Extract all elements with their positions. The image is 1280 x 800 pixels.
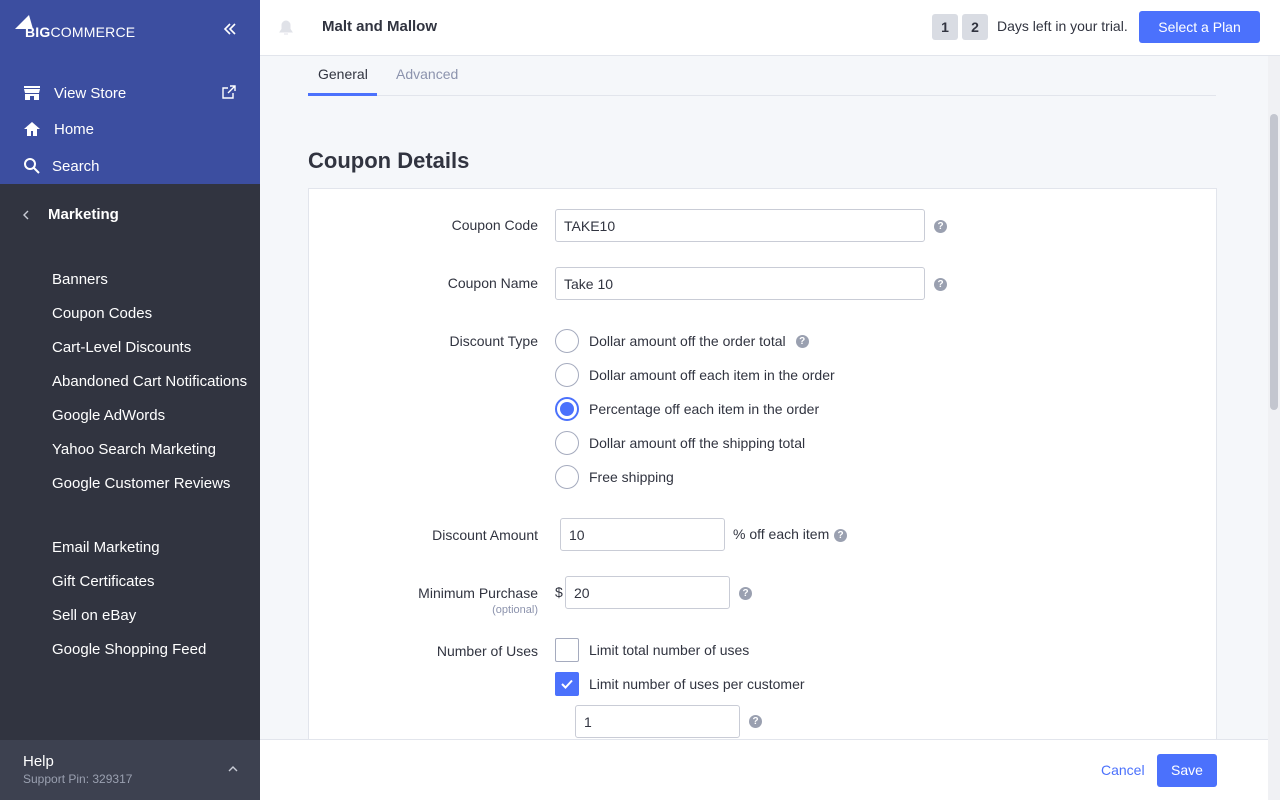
collapse-sidebar-icon[interactable] <box>220 20 240 40</box>
sidebar-item-cart-level-discounts[interactable]: Cart-Level Discounts <box>52 339 191 356</box>
trial-text: Days left in your trial. <box>997 18 1128 34</box>
limit-per-customer-option[interactable]: Limit number of uses per customer <box>555 672 805 696</box>
sidebar-item-email-marketing[interactable]: Email Marketing <box>52 539 160 556</box>
main-content: General Advanced Coupon Details Coupon C… <box>260 56 1268 739</box>
sidebar-section-marketing[interactable]: Marketing <box>22 206 119 223</box>
radio-button[interactable] <box>555 329 579 353</box>
sidebar-item-gift-certificates[interactable]: Gift Certificates <box>52 573 155 590</box>
search-icon <box>22 156 42 176</box>
radio-button[interactable] <box>555 363 579 387</box>
help-title: Help <box>23 753 54 770</box>
sidebar-item-yahoo-search[interactable]: Yahoo Search Marketing <box>52 441 216 458</box>
radio-button[interactable] <box>555 465 579 489</box>
trial-days-digit: 2 <box>962 14 988 40</box>
tab-advanced[interactable]: Advanced <box>396 66 458 82</box>
help-icon[interactable]: ? <box>934 220 947 233</box>
store-name: Malt and Mallow <box>322 18 438 35</box>
sidebar-item-google-shopping[interactable]: Google Shopping Feed <box>52 641 206 658</box>
discount-type-option[interactable]: Percentage off each item in the order <box>555 397 819 421</box>
optional-hint: (optional) <box>492 604 538 616</box>
coupon-code-input[interactable] <box>555 209 925 242</box>
checkmark-icon <box>561 679 573 689</box>
minimum-purchase-input[interactable] <box>565 576 730 609</box>
help-icon[interactable]: ? <box>749 715 762 728</box>
logo-text-big: BIG <box>25 24 51 40</box>
sidebar-item-label: View Store <box>54 84 127 102</box>
minimum-purchase-label: Minimum Purchase <box>418 585 538 601</box>
discount-amount-input[interactable] <box>560 518 725 551</box>
sidebar-item-banners[interactable]: Banners <box>52 271 108 288</box>
store-icon <box>22 83 42 103</box>
scrollbar-thumb[interactable] <box>1270 114 1278 410</box>
number-of-uses-label: Number of Uses <box>436 643 538 659</box>
sidebar: BIGCOMMERCE View Store Home Search Marke… <box>0 0 260 800</box>
trial-days-digit: 1 <box>932 14 958 40</box>
sidebar-item-home[interactable]: Home <box>22 119 94 139</box>
help-icon[interactable]: ? <box>934 278 947 291</box>
checkbox-checked[interactable] <box>555 672 579 696</box>
radio-button-selected[interactable] <box>555 397 579 421</box>
chevron-left-icon <box>22 207 30 223</box>
help-icon[interactable]: ? <box>795 334 809 348</box>
select-plan-button[interactable]: Select a Plan <box>1139 11 1260 43</box>
active-tab-indicator <box>308 93 377 96</box>
checkbox-label: Limit total number of uses <box>589 642 750 658</box>
discount-type-option[interactable]: Dollar amount off the order total ? <box>555 329 809 353</box>
checkbox-label: Limit number of uses per customer <box>589 676 805 692</box>
discount-type-label: Discount Type <box>449 333 538 349</box>
uses-per-customer-input[interactable] <box>575 705 740 738</box>
coupon-details-card: Coupon Code ? Coupon Name ? Discount Typ… <box>308 188 1217 739</box>
discount-type-option[interactable]: Dollar amount off each item in the order <box>555 363 835 387</box>
tab-general[interactable]: General <box>318 66 368 82</box>
section-title: Coupon Details <box>308 148 470 173</box>
home-icon <box>22 119 42 139</box>
coupon-name-label: Coupon Name <box>447 275 538 291</box>
radio-label: Dollar amount off each item in the order <box>589 367 835 383</box>
coupon-name-input[interactable] <box>555 267 925 300</box>
sidebar-top: BIGCOMMERCE View Store Home Search <box>0 0 260 184</box>
help-icon[interactable]: ? <box>739 587 752 600</box>
sidebar-item-sell-on-ebay[interactable]: Sell on eBay <box>52 607 136 624</box>
save-button[interactable]: Save <box>1157 754 1217 787</box>
radio-label: Percentage off each item in the order <box>589 401 820 417</box>
tab-bar: General Advanced <box>308 56 1216 96</box>
help-icon[interactable]: ? <box>834 529 847 542</box>
logo-text-commerce: COMMERCE <box>50 24 136 40</box>
radio-label: Dollar amount off the order total <box>589 333 786 349</box>
external-link-icon[interactable] <box>222 85 238 101</box>
discount-type-option[interactable]: Dollar amount off the shipping total <box>555 431 805 455</box>
discount-amount-label: Discount Amount <box>432 527 538 543</box>
help-panel[interactable]: Help Support Pin: 329317 <box>0 740 260 800</box>
coupon-code-label: Coupon Code <box>451 217 538 233</box>
sidebar-item-label: Search <box>52 157 100 175</box>
sidebar-item-google-reviews[interactable]: Google Customer Reviews <box>52 475 230 492</box>
support-pin: Support Pin: 329317 <box>23 772 133 786</box>
radio-button[interactable] <box>555 431 579 455</box>
sidebar-item-search[interactable]: Search <box>22 156 100 176</box>
sidebar-item-google-adwords[interactable]: Google AdWords <box>52 407 165 424</box>
top-header: Malt and Mallow 1 2 Days left in your tr… <box>260 0 1280 56</box>
sidebar-item-view-store[interactable]: View Store <box>22 83 126 103</box>
radio-label: Free shipping <box>589 469 674 485</box>
discount-amount-suffix: % off each item <box>733 526 830 542</box>
checkbox[interactable] <box>555 638 579 662</box>
scrollbar[interactable] <box>1268 56 1280 800</box>
discount-type-option[interactable]: Free shipping <box>555 465 674 489</box>
bell-icon[interactable] <box>277 17 295 37</box>
section-title: Marketing <box>48 206 119 223</box>
bigcommerce-logo[interactable]: BIGCOMMERCE <box>15 15 135 41</box>
currency-prefix: $ <box>555 584 563 600</box>
chevron-up-icon[interactable] <box>228 760 238 776</box>
sidebar-item-label: Home <box>54 120 95 138</box>
form-footer: Cancel Save <box>260 739 1268 800</box>
cancel-button[interactable]: Cancel <box>1101 762 1145 778</box>
radio-label: Dollar amount off the shipping total <box>589 435 806 451</box>
sidebar-item-coupon-codes[interactable]: Coupon Codes <box>52 305 152 322</box>
limit-total-uses-option[interactable]: Limit total number of uses <box>555 638 749 662</box>
sidebar-item-abandoned-cart[interactable]: Abandoned Cart Notifications <box>52 373 247 390</box>
